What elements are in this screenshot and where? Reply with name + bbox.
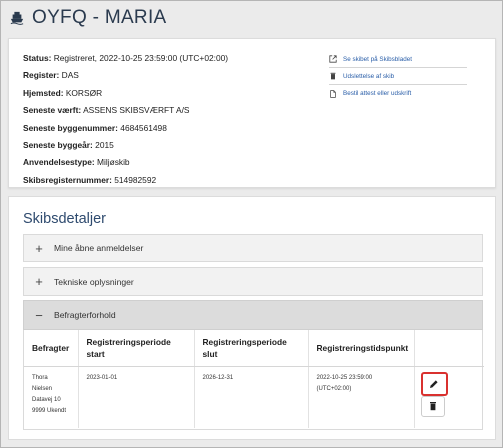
col-header-slut: Registreringsperiode slut: [194, 330, 309, 367]
ship-details-card: Skibsdetaljer + Mine åbne anmeldelser + …: [8, 196, 496, 440]
cell-slut: 2026-12-31: [194, 366, 309, 428]
order-certificate-label: Bestil attest eller udskrift: [343, 90, 412, 97]
see-ship-label: Se skibet på Skibsbladet: [343, 55, 412, 63]
accordion-mine-aabne-anmeldelser[interactable]: + Mine åbne anmeldelser: [23, 234, 483, 262]
ship-icon: [10, 11, 24, 25]
ship-actions: Se skibet på Skibsbladet Udslettelse af …: [329, 51, 467, 102]
accordion-label: Befragterforhold: [54, 310, 116, 320]
accordion-tekniske-oplysninger[interactable]: + Tekniske oplysninger: [23, 267, 483, 296]
col-header-tidspunkt: Registreringstidspunkt: [308, 330, 415, 367]
col-header-befragter: Befragter: [24, 330, 79, 367]
info-row-byggeaar: Seneste byggeår: 2015: [23, 139, 114, 150]
accordion-befragterforhold[interactable]: − Befragterforhold: [23, 300, 483, 330]
accordion-label: Tekniske oplysninger: [54, 276, 134, 287]
info-row-vaerft: Seneste værft: ASSENS SKIBSVÆRFT A/S: [23, 105, 190, 116]
external-link-icon: [329, 55, 337, 63]
info-row-register: Register: DAS: [23, 70, 79, 81]
trash-icon: [330, 72, 336, 80]
page-header: OYFQ - MARIA: [10, 6, 167, 30]
delete-button[interactable]: [420, 395, 445, 417]
document-icon: [330, 89, 336, 98]
plus-icon: +: [35, 274, 43, 289]
cell-tidspunkt: 2022-10-25 23:59:00 (UTC+02:00): [308, 366, 415, 428]
plus-icon: +: [35, 240, 43, 256]
page-title: OYFQ - MARIA: [32, 7, 167, 28]
cell-start: 2023-01-01: [78, 366, 195, 428]
table-row: Thora Nielsen Datavej 10 9999 Ukendt 202…: [24, 366, 484, 428]
minus-icon: −: [35, 307, 43, 323]
delete-ship-label: Udslettelse af skib: [343, 72, 395, 80]
accordion-label: Mine åbne anmeldelser: [54, 243, 144, 253]
cell-befragter: Thora Nielsen Datavej 10 9999 Ukendt: [24, 366, 79, 428]
edit-button[interactable]: [420, 371, 448, 396]
details-title: Skibsdetaljer: [23, 211, 107, 227]
info-row-status: Status: Registreret, 2022-10-25 23:59:00…: [23, 53, 229, 63]
delete-ship-link[interactable]: Udslettelse af skib: [329, 68, 467, 85]
befragter-table: Befragter Registreringsperiode start Reg…: [24, 330, 484, 428]
ship-summary-card: Status: Registreret, 2022-10-25 23:59:00…: [8, 38, 496, 188]
col-header-actions: [414, 330, 484, 367]
befragter-table-container: Befragter Registreringsperiode start Reg…: [23, 330, 484, 430]
info-row-hjemsted: Hjemsted: KORSØR: [23, 87, 103, 98]
info-row-skibsregisternummer: Skibsregisternummer: 514982592: [23, 174, 157, 185]
info-row-anvendelsestype: Anvendelsestype: Miljøskib: [23, 157, 130, 168]
cell-actions: [414, 366, 484, 428]
see-ship-link[interactable]: Se skibet på Skibsbladet: [329, 51, 467, 68]
pencil-icon: [430, 379, 438, 388]
order-certificate-link[interactable]: Bestil attest eller udskrift: [329, 85, 467, 102]
table-header-row: Befragter Registreringsperiode start Reg…: [24, 330, 484, 367]
info-row-byggenummer: Seneste byggenummer: 4684561498: [23, 122, 167, 133]
trash-icon: [429, 402, 436, 411]
col-header-start: Registreringsperiode start: [78, 330, 195, 367]
ship-info-list: Status: Registreret, 2022-10-25 23:59:00…: [23, 50, 228, 189]
